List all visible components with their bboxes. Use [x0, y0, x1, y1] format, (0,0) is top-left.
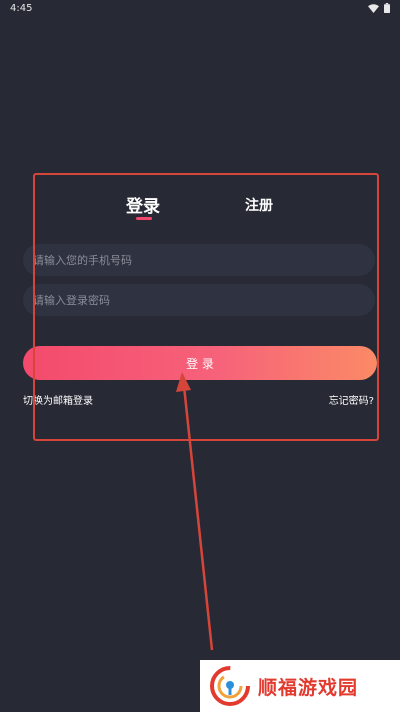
forgot-password-link[interactable]: 忘记密码?	[329, 392, 374, 407]
phone-input[interactable]	[23, 253, 375, 267]
login-button[interactable]: 登 录	[23, 346, 377, 380]
password-input[interactable]	[23, 293, 375, 307]
status-bar: 4:45	[0, 0, 400, 20]
active-tab-indicator	[136, 217, 152, 220]
tab-register[interactable]: 注册	[245, 195, 273, 215]
status-icons	[368, 3, 390, 13]
status-time: 4:45	[10, 3, 33, 14]
battery-icon	[384, 3, 390, 13]
login-tabs: 登录 注册	[0, 192, 400, 226]
tab-login[interactable]: 登录	[126, 192, 160, 217]
phone-field-container	[23, 244, 375, 276]
wifi-icon	[368, 3, 379, 13]
site-watermark: 顺福游戏园	[200, 660, 400, 712]
watermark-logo-icon	[210, 666, 250, 706]
password-field-container	[23, 284, 375, 316]
watermark-text: 顺福游戏园	[258, 676, 359, 699]
switch-to-email-link[interactable]: 切换为邮箱登录	[23, 392, 93, 407]
